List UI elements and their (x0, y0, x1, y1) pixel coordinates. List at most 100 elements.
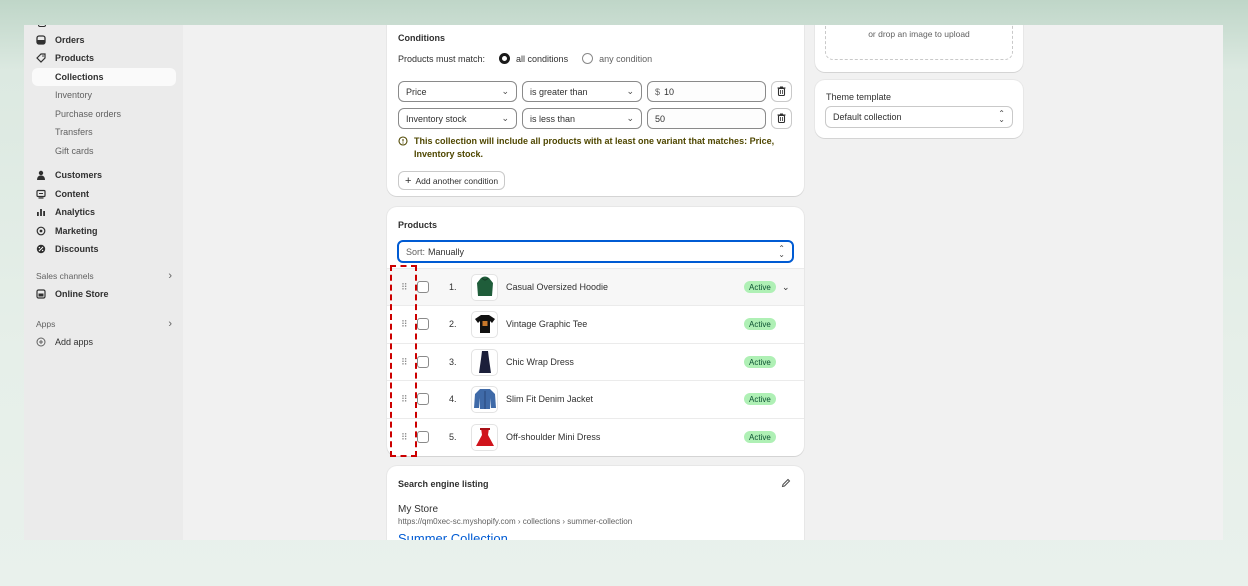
product-name[interactable]: Slim Fit Denim Jacket (506, 394, 593, 404)
sidebar-item-analytics[interactable]: Analytics (32, 203, 176, 221)
radio-all-label: all conditions (516, 53, 569, 64)
row-checkbox[interactable] (417, 356, 429, 368)
condition-field-select[interactable]: Price ⌄ (398, 81, 517, 102)
sort-value: Manually (428, 246, 465, 257)
delete-condition-button[interactable] (771, 108, 792, 129)
add-condition-button[interactable]: + Add another condition (398, 171, 506, 190)
upload-hint: or drop an image to upload (868, 29, 970, 39)
edit-pencil-icon[interactable] (781, 478, 791, 490)
sidebar-item-add-apps[interactable]: Add apps (32, 333, 176, 351)
condition-field-select[interactable]: Inventory stock ⌄ (398, 108, 517, 129)
theme-template-label: Theme template (826, 92, 892, 102)
seo-title: Search engine listing (398, 479, 489, 489)
input-value: 50 (655, 113, 666, 124)
plus-icon: + (405, 174, 412, 187)
select-arrows-icon: ⌃ ⌄ (778, 243, 785, 259)
product-name[interactable]: Chic Wrap Dress (506, 357, 574, 367)
apps-label: Apps (36, 319, 56, 329)
chevron-down-icon[interactable]: ⌄ (782, 282, 790, 293)
radio-any-condition[interactable] (582, 53, 594, 64)
chevron-down-icon: ⌄ (501, 86, 509, 96)
row-number: 1. (449, 282, 457, 292)
row-checkbox[interactable] (417, 393, 429, 405)
sidebar-item-transfers[interactable]: Transfers (32, 123, 176, 141)
trash-icon (777, 86, 786, 98)
table-row[interactable]: ⠿ 4. Slim Fit Denim Jacket Active (387, 380, 804, 417)
sales-channels-section[interactable]: Sales channels › (36, 270, 172, 282)
row-number: 4. (449, 394, 457, 404)
table-row[interactable]: ⠿ 3. Chic Wrap Dress Active (387, 343, 804, 380)
sidebar-item-label: Marketing (55, 226, 98, 236)
discount-icon (32, 244, 50, 254)
sidebar-item-customers[interactable]: Customers (32, 166, 176, 184)
row-checkbox[interactable] (417, 318, 429, 330)
product-thumbnail (471, 310, 498, 338)
sidebar-item-label: Products (55, 53, 95, 63)
sidebar-item-discounts[interactable]: Discounts (32, 240, 176, 258)
condition-value-input[interactable]: 50 (647, 108, 766, 129)
sidebar-item-products[interactable]: Products (32, 49, 176, 67)
delete-condition-button[interactable] (771, 81, 792, 102)
sidebar-item-collections[interactable]: Collections (32, 68, 176, 86)
plus-circle-icon (32, 337, 50, 347)
sidebar-item-content[interactable]: Content (32, 185, 176, 203)
status-badge: Active (744, 281, 776, 293)
sidebar-item-marketing[interactable]: Marketing (32, 222, 176, 240)
chevron-down-icon: ⌄ (626, 113, 634, 123)
sidebar-item-label: Add apps (55, 337, 94, 347)
product-name[interactable]: Vintage Graphic Tee (506, 319, 587, 329)
condition-operator-select[interactable]: is less than ⌄ (522, 108, 642, 129)
wrap-dress-image (478, 351, 491, 373)
select-arrows-icon: ⌃ ⌄ (998, 109, 1005, 124)
sort-select[interactable]: Sort: Manually ⌃ ⌄ (397, 240, 794, 263)
apps-section[interactable]: Apps › (36, 318, 172, 330)
row-checkbox[interactable] (417, 431, 429, 443)
person-icon (32, 170, 50, 180)
chevron-down-icon: ⌄ (501, 113, 509, 123)
table-row[interactable]: ⠿ 5. Off-shoulder Mini Dress Active (387, 418, 804, 455)
select-value: Inventory stock (406, 113, 467, 124)
sidebar-item-label: Online Store (55, 289, 109, 299)
match-label: Products must match: (398, 53, 486, 64)
sort-label: Sort: (406, 246, 426, 257)
theme-template-select[interactable]: Default collection ⌃ ⌄ (825, 106, 1013, 128)
status-badge: Active (744, 431, 776, 443)
seo-url: https://qm0xec-sc.myshopify.com › collec… (398, 517, 633, 526)
radio-any-label: any condition (599, 53, 653, 64)
row-checkbox[interactable] (417, 281, 429, 293)
image-dropzone[interactable]: or drop an image to upload (825, 25, 1013, 60)
sidebar-item-gift-cards[interactable]: Gift cards (32, 142, 176, 160)
mini-dress-image (475, 428, 494, 446)
radio-all-conditions[interactable] (499, 53, 511, 64)
sidebar-item-label: Inventory (55, 90, 93, 100)
target-icon (32, 226, 50, 236)
sidebar-item-purchase-orders[interactable]: Purchase orders (32, 105, 176, 123)
store-icon (32, 289, 50, 299)
row-number: 5. (449, 432, 457, 442)
conditions-card: Conditions Products must match: all cond… (387, 25, 804, 196)
select-value: is less than (530, 113, 576, 124)
row-number: 3. (449, 357, 457, 367)
product-thumbnail (471, 348, 498, 376)
select-value: Default collection (833, 112, 902, 122)
condition-operator-select[interactable]: is greater than ⌄ (522, 81, 642, 102)
sidebar-item-label: Transfers (55, 127, 93, 137)
tee-image (474, 315, 495, 333)
sidebar-item-orders[interactable]: Orders (32, 31, 176, 49)
table-row[interactable]: ⠿ 1. Casual Oversized Hoodie Active ⌄ (387, 268, 804, 305)
seo-page-title: Summer Collection (398, 531, 508, 540)
condition-info-text: This collection will include all product… (414, 136, 775, 159)
seo-card: Search engine listing My Store https://q… (387, 466, 804, 540)
product-name[interactable]: Casual Oversized Hoodie (506, 282, 608, 292)
sidebar-item-online-store[interactable]: Online Store (32, 285, 176, 303)
sidebar-item-label: Orders (55, 35, 85, 45)
condition-info-banner: This collection will include all product… (398, 135, 793, 161)
product-name[interactable]: Off-shoulder Mini Dress (506, 432, 600, 442)
sidebar-item-inventory[interactable]: Inventory (32, 86, 176, 104)
sales-channels-label: Sales channels (36, 271, 94, 281)
conditions-title: Conditions (398, 33, 445, 43)
chevron-down-icon: ⌄ (626, 86, 634, 96)
table-row[interactable]: ⠿ 2. Vintage Graphic Tee Active (387, 305, 804, 342)
input-value: 10 (664, 86, 675, 97)
condition-value-input[interactable]: $ 10 (647, 81, 766, 102)
